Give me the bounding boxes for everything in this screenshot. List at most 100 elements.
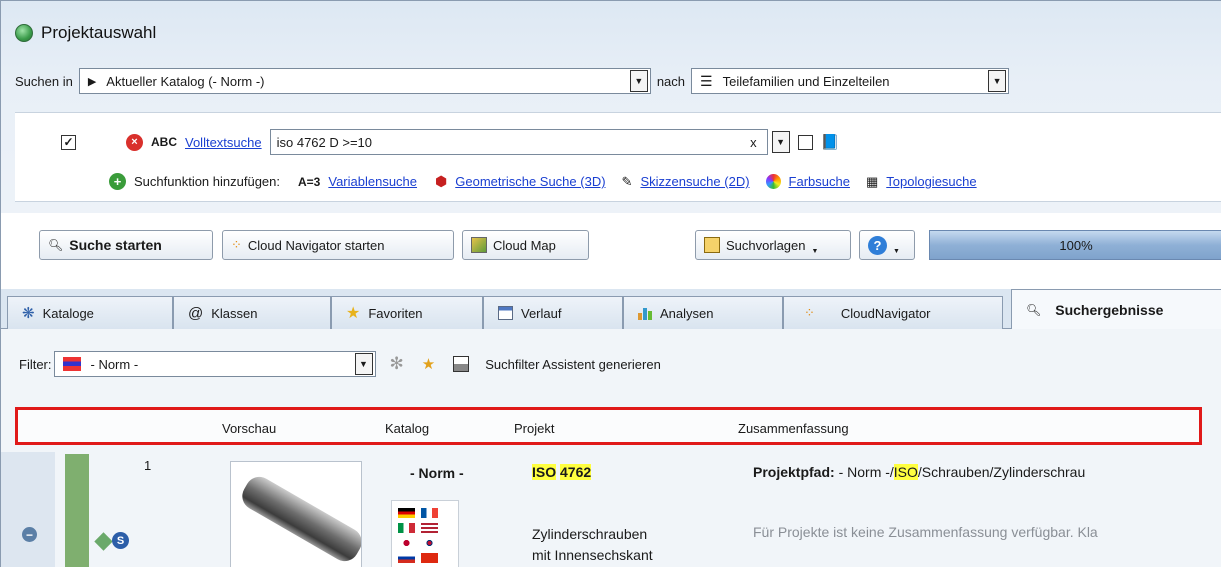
cloud-navigator-label: Cloud Navigator starten [247,237,385,253]
fulltext-input-value: iso 4762 D >=10 [276,134,373,150]
tab-label: Suchergebnisse [1055,302,1164,318]
search-icon: 🔍︎ [48,238,64,252]
bar-chart-icon [638,306,652,320]
flag-jp-icon [398,538,415,548]
fulltext-checkbox[interactable]: ✓ [61,134,76,150]
search-icon: 🔍︎ [1026,303,1042,317]
project-path-prefix: - Norm -/ [838,464,894,480]
globe-icon [15,24,33,42]
project-path-highlight: ISO [893,464,918,480]
help-button[interactable]: ? ▼ [859,230,915,260]
column-preview[interactable]: Vorschau [222,421,276,436]
project-description-line-1: Zylinderschrauben [532,526,648,542]
flags-icon [62,357,81,371]
clear-button[interactable]: x [750,135,757,150]
fulltext-link[interactable]: Volltextsuche [185,135,262,150]
column-catalog[interactable]: Katalog [385,421,429,436]
sketch-search-link[interactable]: Skizzensuche (2D) [640,174,749,189]
collapse-icon[interactable]: − [22,527,37,542]
save-filter-icon[interactable] [453,356,470,372]
cloud-navigator-icon: ⁘ [231,237,242,252]
chevron-down-icon[interactable]: ▼ [988,70,1007,92]
at-icon: @ [188,304,204,322]
flag-kr-icon [420,538,438,548]
filter-assistant-link[interactable]: Suchfilter Assistent generieren [485,357,661,372]
tab-label: Kataloge [42,305,94,321]
tab-favoriten[interactable]: ★ Favoriten [331,296,483,329]
gear-icon[interactable]: ✻ [390,354,404,374]
tab-klassen[interactable]: @ Klassen [173,296,331,329]
list-icon: ☰ [700,72,713,89]
flag-ru-icon [398,553,415,563]
cloud-map-label: Cloud Map [493,237,556,253]
standard-icon: S [112,532,129,549]
column-project[interactable]: Projekt [514,421,554,436]
chevron-down-icon[interactable]: ▼ [354,353,373,375]
search-progress-bar: 100% [929,230,1221,260]
project-title: ISO 4762 [532,464,592,480]
cloud-map-button[interactable]: Cloud Map [462,230,589,260]
flag-cn-icon [420,553,438,563]
chevron-down-icon[interactable]: ▼ [629,70,648,92]
result-catalog: - Norm - [410,465,464,481]
search-templates-button[interactable]: Suchvorlagen ▼ [695,230,851,260]
variable-search-link[interactable]: Variablensuche [328,174,417,189]
tab-verlauf[interactable]: Verlauf [483,296,623,329]
filter-label: Filter: [19,356,52,372]
search-templates-label: Suchvorlagen [726,237,806,253]
project-description: Zylinderschrauben mit Innensechskant [532,524,653,566]
mode-select[interactable]: ☰ Teilefamilien und Einzelteilen ▼ [691,68,1010,94]
tab-label: Analysen [660,305,714,321]
remove-icon[interactable]: × [126,133,143,151]
project-description-line-2: mit Innensechskant [532,547,653,563]
tab-label: Verlauf [521,305,562,321]
flag-it-icon [398,523,415,533]
add-icon: + [109,173,126,190]
chevron-down-icon[interactable]: ▼ [771,131,790,153]
mode-select-value: Teilefamilien und Einzelteilen [722,73,890,89]
tab-analysen[interactable]: Analysen [623,296,783,329]
calendar-icon [498,306,513,320]
color-search-link[interactable]: Farbsuche [789,174,850,189]
geometric-search-link[interactable]: Geometrische Suche (3D) [455,174,605,189]
help-icon: ? [868,235,887,255]
abc-icon: ABC [151,135,177,149]
project-title-highlight-b: 4762 [560,464,592,480]
star-icon: ★ [346,305,361,322]
tab-label: Klassen [211,305,258,321]
result-index: 1 [144,458,152,473]
flag-de-icon [398,508,415,518]
folder-star-icon[interactable]: ★ [422,355,435,373]
chevron-down-icon: ▼ [811,247,819,255]
by-label: nach [656,73,686,89]
topology-search-link[interactable]: Topologiesuche [886,174,976,189]
flag-us-icon [420,523,438,533]
tab-kataloge[interactable]: ❋ Kataloge [7,296,173,329]
book-icon[interactable]: 📘 [821,133,840,151]
preview-thumbnail[interactable] [230,461,362,567]
project-path-rest: /Schrauben/Zylinderschrau [917,464,1086,480]
add-function-row: + Suchfunktion hinzufügen: A=3 Variablen… [109,173,977,190]
cube-icon: ⬢ [435,173,448,189]
project-path-label: Projektpfad: [753,464,835,480]
filter-select-value: - Norm - [90,356,139,372]
tab-suchergebnisse[interactable]: 🔍︎ Suchergebnisse [1011,289,1221,330]
cloud-navigator-button[interactable]: ⁘ Cloud Navigator starten [222,230,454,260]
tab-label: CloudNavigator [840,305,931,321]
fulltext-input[interactable]: iso 4762 D >=10 x [269,129,768,155]
filter-select[interactable]: - Norm - ▼ [53,351,376,377]
start-search-label: Suche starten [69,237,162,253]
chevron-down-icon: ▼ [893,247,900,255]
tab-cloudnavigator[interactable]: ⁘ CloudNavigator [783,296,1003,329]
color-wheel-icon [765,174,781,189]
option-checkbox[interactable] [797,134,813,150]
start-search-button[interactable]: 🔍︎ Suche starten [39,230,213,260]
flag-fr-icon [420,508,438,518]
catalog-select[interactable]: ▶ Aktueller Katalog (- Norm -) ▼ [78,68,651,94]
variable-icon: A=3 [298,174,321,189]
column-summary[interactable]: Zusammenfassung [738,421,849,436]
project-path: Projektpfad: - Norm -/ISO/Schrauben/Zyli… [753,464,1085,480]
play-icon: ▶ [87,75,97,88]
row-gutter [1,452,55,567]
catalog-flags [391,500,459,567]
